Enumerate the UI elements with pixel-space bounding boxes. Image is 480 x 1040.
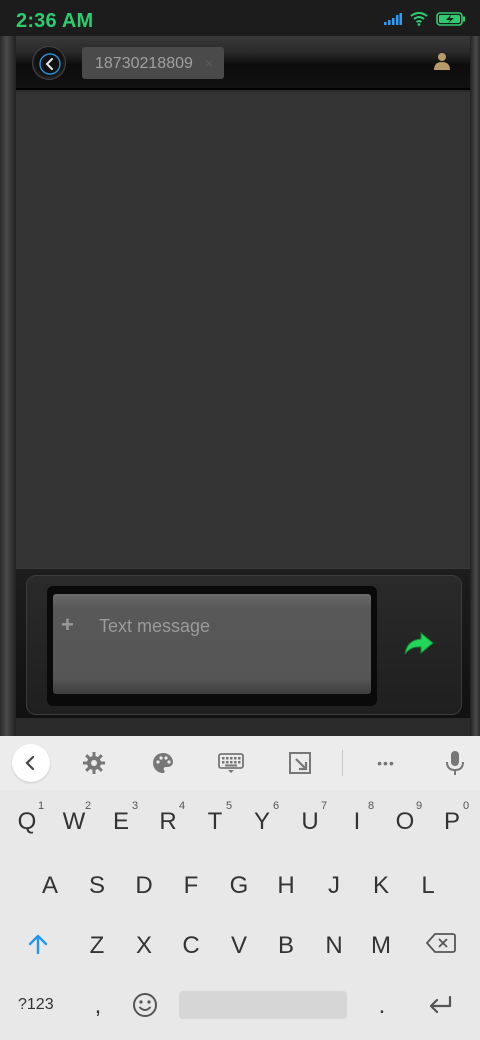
key-y[interactable]: Y (242, 808, 282, 836)
key-hint: 6 (273, 800, 280, 812)
key-d[interactable]: D (124, 872, 164, 900)
compose-bar: + Text message (26, 575, 462, 715)
keyboard-icon (218, 753, 244, 773)
resize-icon (289, 752, 311, 774)
toolbar-divider (342, 750, 343, 776)
status-time: 2:36 AM (16, 10, 94, 32)
more-icon[interactable]: ••• (371, 748, 401, 778)
recipient-chip[interactable]: 18730218809 × (82, 47, 224, 79)
key-e[interactable]: E (101, 808, 141, 836)
key-b[interactable]: B (266, 932, 306, 960)
status-icons (384, 12, 466, 26)
key-hint: 2 (85, 800, 92, 812)
key-x[interactable]: X (124, 932, 164, 960)
key-f[interactable]: F (171, 872, 211, 900)
messaging-app: 18730218809 × + Text message (0, 36, 480, 736)
key-hint: 8 (368, 800, 375, 812)
back-button[interactable] (32, 46, 66, 80)
message-placeholder: Text message (99, 616, 211, 636)
settings-button[interactable] (79, 748, 109, 778)
attach-button[interactable]: + (61, 612, 74, 638)
comma-key[interactable]: , (78, 992, 118, 1020)
theme-button[interactable] (148, 748, 178, 778)
key-hint: 7 (321, 800, 328, 812)
key-c[interactable]: C (171, 932, 211, 960)
key-hint: 9 (416, 800, 423, 812)
message-thread (16, 92, 470, 568)
battery-charging-icon (436, 12, 465, 26)
key-hint: 1 (38, 800, 45, 812)
voice-input-button[interactable] (440, 748, 470, 778)
key-p[interactable]: P (432, 808, 472, 836)
key-w[interactable]: W (54, 808, 94, 836)
key-n[interactable]: N (314, 932, 354, 960)
key-o[interactable]: O (385, 808, 425, 836)
enter-key[interactable] (428, 994, 454, 1016)
frame-left (0, 36, 16, 736)
keyboard-toolbar: ••• (0, 736, 480, 790)
key-hint: 5 (226, 800, 233, 812)
send-button[interactable] (399, 624, 439, 664)
keyboard-collapse-button[interactable] (12, 744, 50, 782)
wifi-icon (410, 12, 428, 26)
message-input[interactable] (53, 594, 371, 694)
key-t[interactable]: T (195, 808, 235, 836)
key-g[interactable]: G (219, 872, 259, 900)
remove-recipient-icon[interactable]: × (205, 55, 213, 71)
key-j[interactable]: J (314, 872, 354, 900)
soft-keyboard: ••• Q1W2E3R4T5Y6U7I8O9P0 ASDFGHJKL ZXCVBNM… (0, 736, 480, 1040)
signal-icon (384, 13, 402, 25)
key-u[interactable]: U (290, 808, 330, 836)
key-hint: 0 (463, 800, 470, 812)
space-key[interactable] (179, 991, 347, 1019)
input-well (47, 586, 377, 706)
period-key[interactable]: . (362, 992, 402, 1020)
palette-icon (153, 753, 173, 773)
person-icon[interactable] (434, 52, 450, 70)
emoji-key[interactable] (131, 991, 159, 1019)
key-h[interactable]: H (266, 872, 306, 900)
key-k[interactable]: K (361, 872, 401, 900)
key-r[interactable]: R (148, 808, 188, 836)
conversation-header: 18730218809 × (16, 36, 470, 90)
key-a[interactable]: A (30, 872, 70, 900)
compose-panel: + Text message (16, 568, 470, 718)
symbols-key[interactable]: ?123 (18, 996, 54, 1014)
status-bar: 2:36 AM (0, 0, 480, 36)
shift-key[interactable] (26, 932, 50, 956)
key-v[interactable]: V (219, 932, 259, 960)
key-i[interactable]: I (337, 808, 377, 836)
frame-right (470, 36, 480, 736)
chevron-left-icon (25, 755, 35, 771)
key-hint: 4 (179, 800, 186, 812)
resize-button[interactable] (285, 748, 315, 778)
backspace-key[interactable] (426, 932, 456, 954)
key-hint: 3 (132, 800, 139, 812)
chevron-left-icon (39, 53, 61, 75)
key-l[interactable]: L (408, 872, 448, 900)
recipient-number: 18730218809 (95, 55, 193, 72)
keyboard-mode-button[interactable] (216, 748, 246, 778)
key-q[interactable]: Q (7, 808, 47, 836)
microphone-icon (446, 751, 464, 775)
gear-icon (83, 752, 105, 774)
key-z[interactable]: Z (77, 932, 117, 960)
key-s[interactable]: S (77, 872, 117, 900)
key-m[interactable]: M (361, 932, 401, 960)
